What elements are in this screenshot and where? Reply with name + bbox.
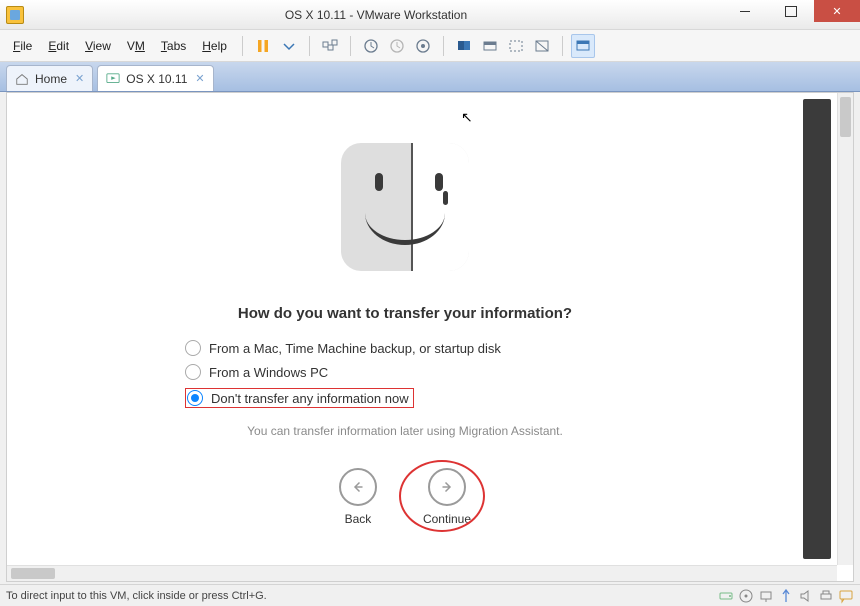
usb-icon[interactable] [778,588,794,604]
hard-disk-icon[interactable] [718,588,734,604]
show-console-button[interactable] [452,34,476,58]
option-label: Don't transfer any information now [211,391,409,406]
menu-view[interactable]: View [78,35,118,57]
back-button[interactable]: Back [339,468,377,526]
network-icon[interactable] [758,588,774,604]
finder-face-icon [341,143,469,271]
close-button[interactable] [814,0,860,22]
tab-vm[interactable]: OS X 10.11 ✕ [97,65,213,91]
guest-black-bar [803,99,831,559]
radio-icon [187,390,203,406]
app-icon [6,6,24,24]
pause-button[interactable] [251,34,275,58]
menu-help[interactable]: Help [195,35,234,57]
separator [443,36,444,56]
scroll-thumb[interactable] [11,568,55,579]
separator [309,36,310,56]
tab-home[interactable]: Home ✕ [6,65,93,91]
transfer-question: How do you want to transfer your informa… [238,305,572,322]
send-ctrl-alt-del-button[interactable] [318,34,342,58]
vertical-scrollbar[interactable] [837,93,853,565]
cycle-layout-button[interactable] [478,34,502,58]
home-icon [15,72,29,86]
message-icon[interactable] [838,588,854,604]
window-titlebar: OS X 10.11 - VMware Workstation [0,0,860,30]
menu-edit[interactable]: Edit [41,35,76,57]
tabs-bar: Home ✕ OS X 10.11 ✕ [0,62,860,92]
menu-file[interactable]: File [6,35,39,57]
cd-icon[interactable] [738,588,754,604]
cursor-icon: ↖ [461,109,473,126]
continue-button[interactable]: Continue [423,468,471,526]
sound-icon[interactable] [798,588,814,604]
separator [562,36,563,56]
snapshot-manager-button[interactable] [411,34,435,58]
unity-button[interactable] [530,34,554,58]
scroll-thumb[interactable] [840,97,851,137]
arrow-right-icon [428,468,466,506]
option-from-mac[interactable]: From a Mac, Time Machine backup, or star… [185,340,501,356]
menu-tabs[interactable]: Tabs [154,35,193,57]
separator [242,36,243,56]
tab-label: Home [35,72,67,86]
maximize-button[interactable] [768,0,814,22]
status-bar: To direct input to this VM, click inside… [0,584,860,606]
option-from-windows[interactable]: From a Windows PC [185,364,328,380]
monitor-play-icon [106,72,120,86]
migration-later-note: You can transfer information later using… [247,424,563,438]
nav-buttons: Back Continue [339,468,471,526]
tab-label: OS X 10.11 [126,72,187,86]
radio-icon [185,364,201,380]
window-title: OS X 10.11 - VMware Workstation [30,8,722,22]
revert-snapshot-button[interactable] [385,34,409,58]
guest-screen[interactable]: ↖ How do you want to transfer your infor… [7,93,837,565]
tab-close-icon[interactable]: ✕ [75,72,84,85]
horizontal-scrollbar[interactable] [7,565,837,581]
minimize-button[interactable] [722,0,768,22]
arrow-left-icon [339,468,377,506]
status-hint: To direct input to this VM, click inside… [6,590,267,602]
menubar: File Edit View VM Tabs Help [0,30,860,62]
snapshot-button[interactable] [359,34,383,58]
library-button[interactable] [571,34,595,58]
status-device-icons [718,588,854,604]
option-label: From a Mac, Time Machine backup, or star… [209,341,501,356]
option-label: From a Windows PC [209,365,328,380]
radio-icon [185,340,201,356]
tab-close-icon[interactable]: ✕ [195,72,204,85]
fullscreen-button[interactable] [504,34,528,58]
printer-icon[interactable] [818,588,834,604]
menu-vm[interactable]: VM [120,35,152,57]
separator [350,36,351,56]
migration-assistant-screen: ↖ How do you want to transfer your infor… [17,103,793,555]
transfer-options: From a Mac, Time Machine backup, or star… [185,340,645,408]
option-dont-transfer[interactable]: Don't transfer any information now [185,388,414,408]
power-dropdown[interactable] [277,34,301,58]
continue-label: Continue [423,512,471,526]
back-label: Back [345,512,372,526]
vm-display-area: ↖ How do you want to transfer your infor… [6,92,854,582]
